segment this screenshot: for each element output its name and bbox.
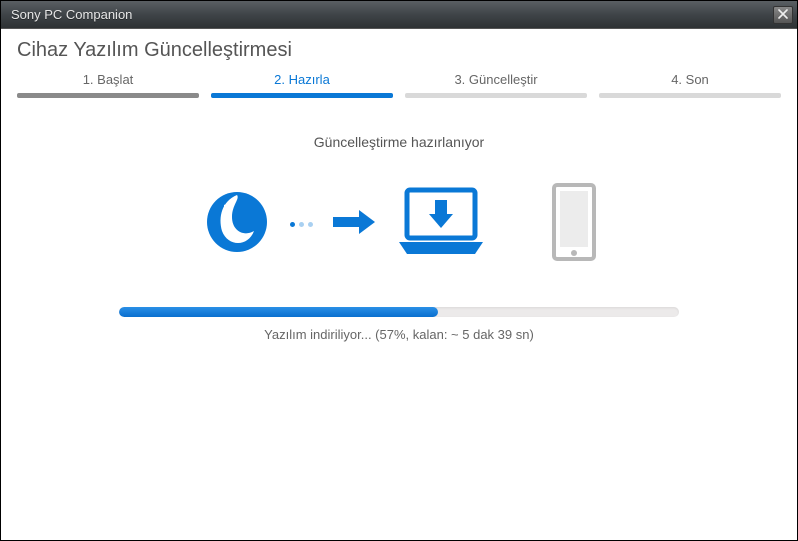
progress-fill	[119, 307, 438, 317]
step-1: 1. Başlat	[17, 72, 199, 98]
laptop-download-icon	[395, 186, 487, 263]
app-window: Sony PC Companion Cihaz Yazılım Güncelle…	[0, 0, 798, 541]
progress-text: Yazılım indiriliyor... (57%, kalan: ~ 5 …	[119, 327, 679, 342]
progress-bar: Yazılım indiriliyor... (57%, kalan: ~ 5 …	[119, 307, 679, 342]
status-heading: Güncelleştirme hazırlanıyor	[314, 134, 484, 150]
close-button[interactable]	[773, 6, 793, 24]
close-icon	[778, 7, 788, 22]
progress-track	[119, 307, 679, 317]
globe-icon	[202, 187, 272, 262]
transfer-dots-icon	[290, 222, 313, 227]
download-illustration	[202, 182, 597, 267]
step-label: 2. Hazırla	[211, 72, 393, 93]
step-3: 3. Güncelleştir	[405, 72, 587, 98]
step-2: 2. Hazırla	[211, 72, 393, 98]
phone-icon	[551, 182, 597, 267]
titlebar: Sony PC Companion	[1, 1, 797, 29]
step-4: 4. Son	[599, 72, 781, 98]
page-title: Cihaz Yazılım Güncelleştirmesi	[1, 29, 797, 68]
wizard-steps: 1. Başlat 2. Hazırla 3. Güncelleştir 4. …	[1, 68, 797, 98]
step-label: 1. Başlat	[17, 72, 199, 93]
arrow-right-icon	[331, 207, 377, 242]
step-label: 3. Güncelleştir	[405, 72, 587, 93]
window-title: Sony PC Companion	[11, 7, 132, 22]
content-area: Güncelleştirme hazırlanıyor	[1, 98, 797, 540]
step-label: 4. Son	[599, 72, 781, 93]
